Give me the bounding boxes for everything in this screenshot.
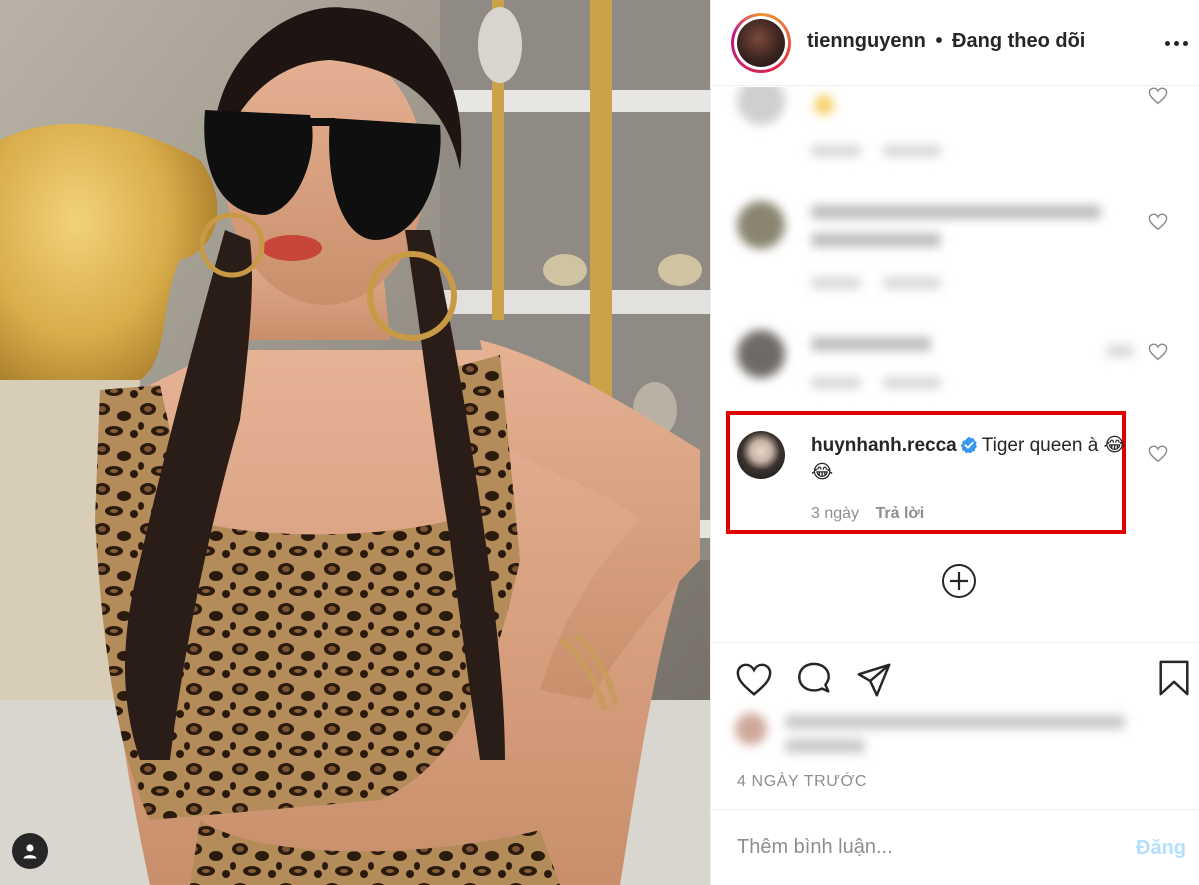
more-options-icon[interactable] xyxy=(1165,33,1189,53)
share-icon[interactable] xyxy=(855,661,893,699)
add-comment-bar: Đăng xyxy=(711,809,1199,885)
verified-icon xyxy=(960,436,977,454)
comment-like-icon[interactable] xyxy=(1148,445,1168,463)
post-comment-button[interactable]: Đăng xyxy=(1136,837,1186,860)
post-date: 4 NGÀY TRƯỚC xyxy=(737,773,868,790)
highlighted-comment: huynhanh.recca Tiger queen à 😂😂 xyxy=(811,432,1131,486)
comment-input[interactable] xyxy=(737,836,1117,859)
header-separator: • xyxy=(935,30,943,52)
follow-status[interactable]: Đang theo dõi xyxy=(952,30,1085,52)
comment-icon[interactable] xyxy=(795,661,833,699)
post-photo[interactable] xyxy=(0,0,710,885)
load-more-icon[interactable] xyxy=(941,563,977,599)
bookmark-icon[interactable] xyxy=(1155,659,1193,697)
reply-button[interactable]: Trả lời xyxy=(876,505,925,522)
post-sidebar: tiennguyenn • Đang theo dõi huynhanh.rec… xyxy=(710,0,1199,885)
author-avatar[interactable] xyxy=(731,13,791,73)
commenter-avatar[interactable] xyxy=(737,431,785,479)
post-header: tiennguyenn • Đang theo dõi xyxy=(711,0,1199,86)
author-line: tiennguyenn • Đang theo dõi xyxy=(807,30,1085,53)
comment-time: 3 ngày xyxy=(811,505,860,522)
comments-list[interactable] xyxy=(711,87,1199,642)
comment-like-icon[interactable] xyxy=(1148,213,1168,231)
comment-like-icon[interactable] xyxy=(1148,87,1168,105)
user-tag-icon[interactable] xyxy=(12,833,48,869)
heart-icon[interactable] xyxy=(735,661,773,699)
comment-like-icon[interactable] xyxy=(1148,343,1168,361)
comment-meta: 3 ngày Trả lời xyxy=(811,505,924,523)
commenter-username[interactable]: huynhanh.recca xyxy=(811,435,957,456)
post-image xyxy=(0,0,710,885)
author-username[interactable]: tiennguyenn xyxy=(807,30,926,52)
